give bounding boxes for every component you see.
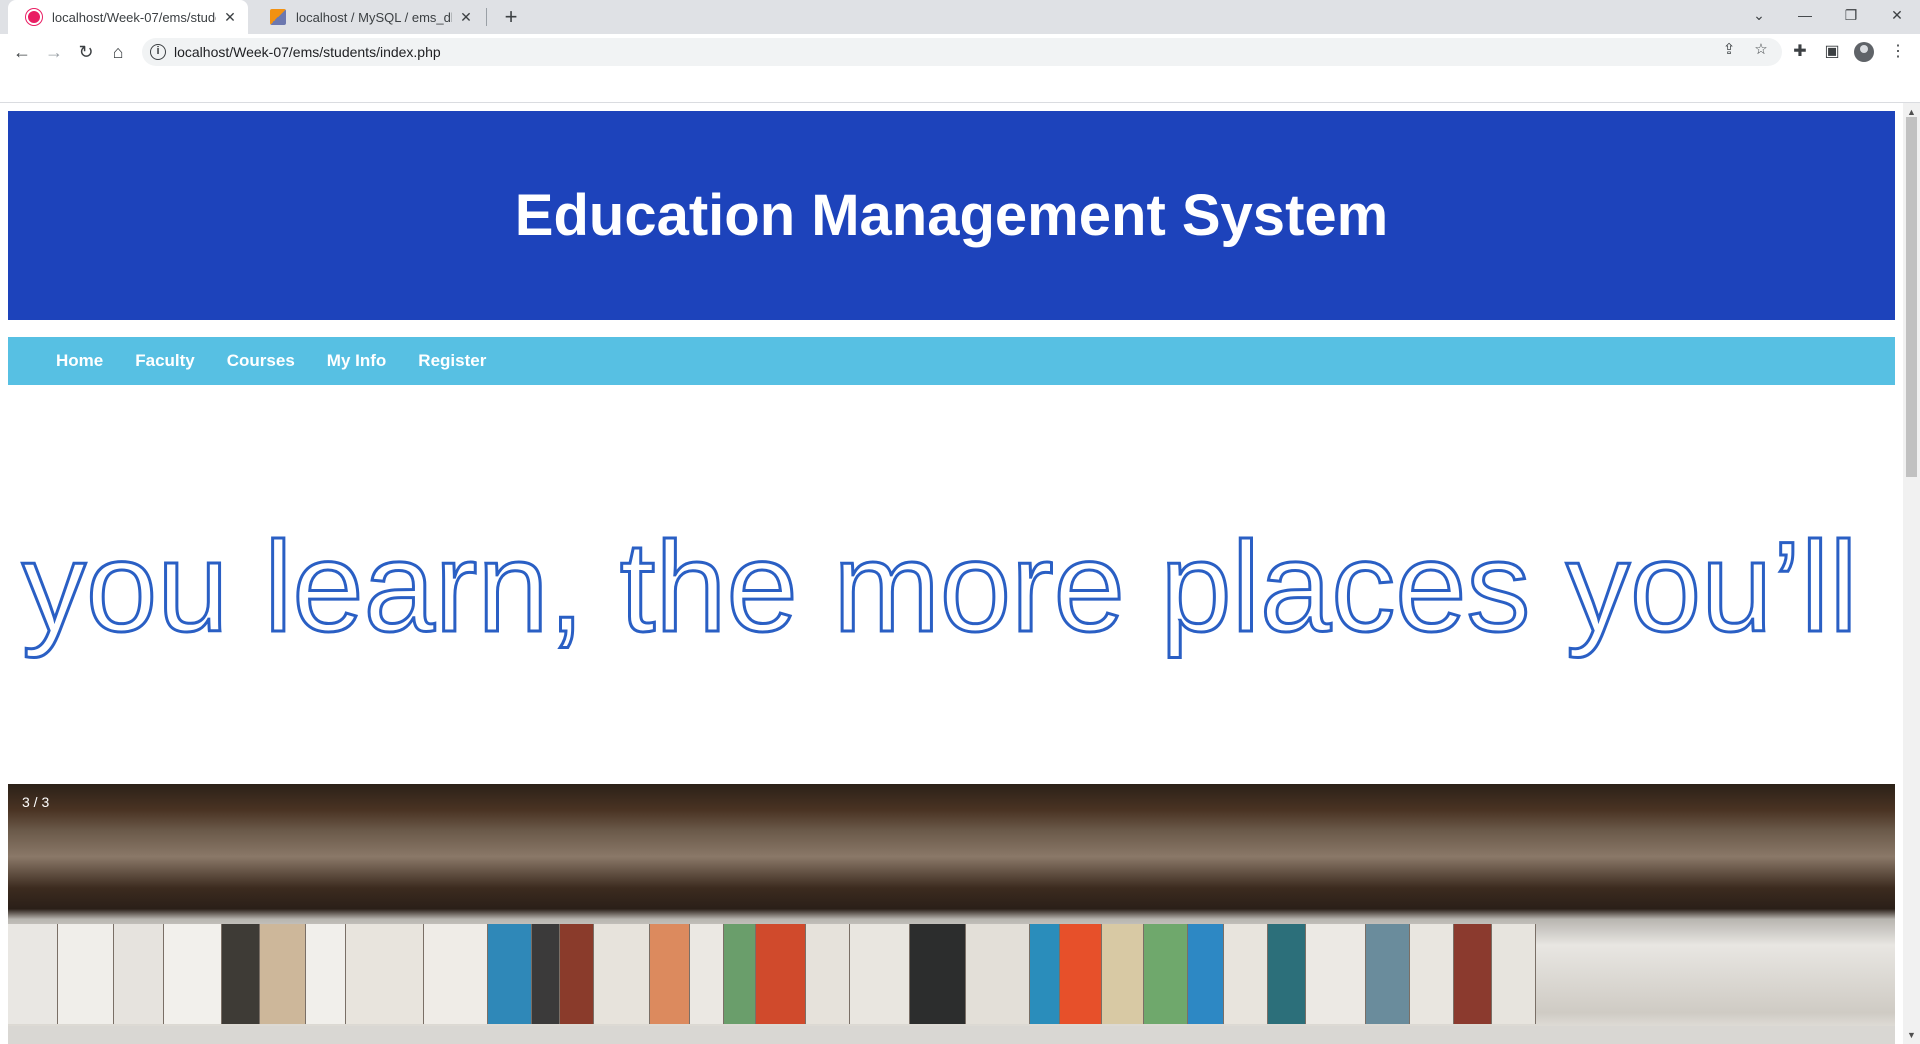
- site-title: Education Management System: [514, 183, 1389, 248]
- browser-toolbar: ← → ↻ ⌂ i localhost/Week-07/ems/students…: [0, 34, 1920, 70]
- arrow-right-icon[interactable]: →: [42, 40, 66, 64]
- browser-tab-bar: localhost/Week-07/ems/students/ ✕ localh…: [0, 0, 1920, 34]
- shelf-edge: [8, 1026, 1895, 1044]
- site-favicon-icon: [26, 9, 42, 25]
- puzzle-icon[interactable]: ✚: [1790, 42, 1810, 62]
- nav-my-info[interactable]: My Info: [327, 351, 387, 371]
- minimize-icon[interactable]: —: [1782, 0, 1828, 30]
- share-icon[interactable]: ⇪: [1720, 41, 1738, 59]
- nav-courses[interactable]: Courses: [227, 351, 295, 371]
- new-tab-button[interactable]: +: [498, 4, 524, 30]
- arrow-left-icon[interactable]: ←: [10, 40, 34, 64]
- page-scrollbar[interactable]: ▲ ▼: [1903, 103, 1920, 1044]
- tab-title: localhost / MySQL / ems_db / fac: [296, 9, 452, 25]
- side-panel-icon[interactable]: ▣: [1822, 42, 1842, 62]
- close-tab-icon[interactable]: ✕: [222, 9, 238, 26]
- quote-marquee: you learn, the more places you’ll go: [8, 513, 1895, 673]
- slide-counter: 3 / 3: [22, 794, 50, 810]
- reload-icon[interactable]: ↻: [74, 40, 98, 64]
- close-tab-icon[interactable]: ✕: [458, 9, 474, 26]
- tab-divider: [486, 8, 487, 26]
- star-icon[interactable]: ☆: [1752, 41, 1770, 59]
- scrollbar-thumb[interactable]: [1906, 117, 1917, 477]
- profile-icon[interactable]: [1854, 42, 1874, 62]
- close-window-icon[interactable]: ✕: [1874, 0, 1920, 30]
- kebab-menu-icon[interactable]: ⋮: [1888, 42, 1908, 62]
- scroll-down-icon[interactable]: ▼: [1907, 1030, 1916, 1040]
- restore-icon[interactable]: ❐: [1828, 0, 1874, 30]
- nav-faculty[interactable]: Faculty: [135, 351, 195, 371]
- scroll-up-icon[interactable]: ▲: [1907, 107, 1916, 117]
- site-info-icon[interactable]: i: [150, 44, 166, 60]
- main-nav: Home Faculty Courses My Info Register: [8, 337, 1895, 385]
- address-bar[interactable]: i localhost/Week-07/ems/students/index.p…: [142, 38, 1782, 66]
- tab-phpmyadmin[interactable]: localhost / MySQL / ems_db / fac ✕: [252, 0, 484, 34]
- marquee-text: you learn, the more places you’ll go: [21, 515, 1895, 661]
- bookshelf-image: [8, 924, 1708, 1024]
- nav-register[interactable]: Register: [418, 351, 486, 371]
- image-slideshow[interactable]: 3 / 3: [8, 784, 1895, 1044]
- tab-students-index[interactable]: localhost/Week-07/ems/students/ ✕: [8, 0, 248, 34]
- home-icon[interactable]: ⌂: [106, 40, 130, 64]
- site-header: Education Management System: [8, 111, 1895, 320]
- tab-search-icon[interactable]: ⌄: [1736, 0, 1782, 30]
- page-viewport: Education Management System Home Faculty…: [0, 103, 1920, 1044]
- tab-title: localhost/Week-07/ems/students/: [52, 9, 216, 25]
- url-text[interactable]: localhost/Week-07/ems/students/index.php: [174, 44, 441, 60]
- nav-home[interactable]: Home: [56, 351, 103, 371]
- phpmyadmin-favicon-icon: [270, 9, 286, 25]
